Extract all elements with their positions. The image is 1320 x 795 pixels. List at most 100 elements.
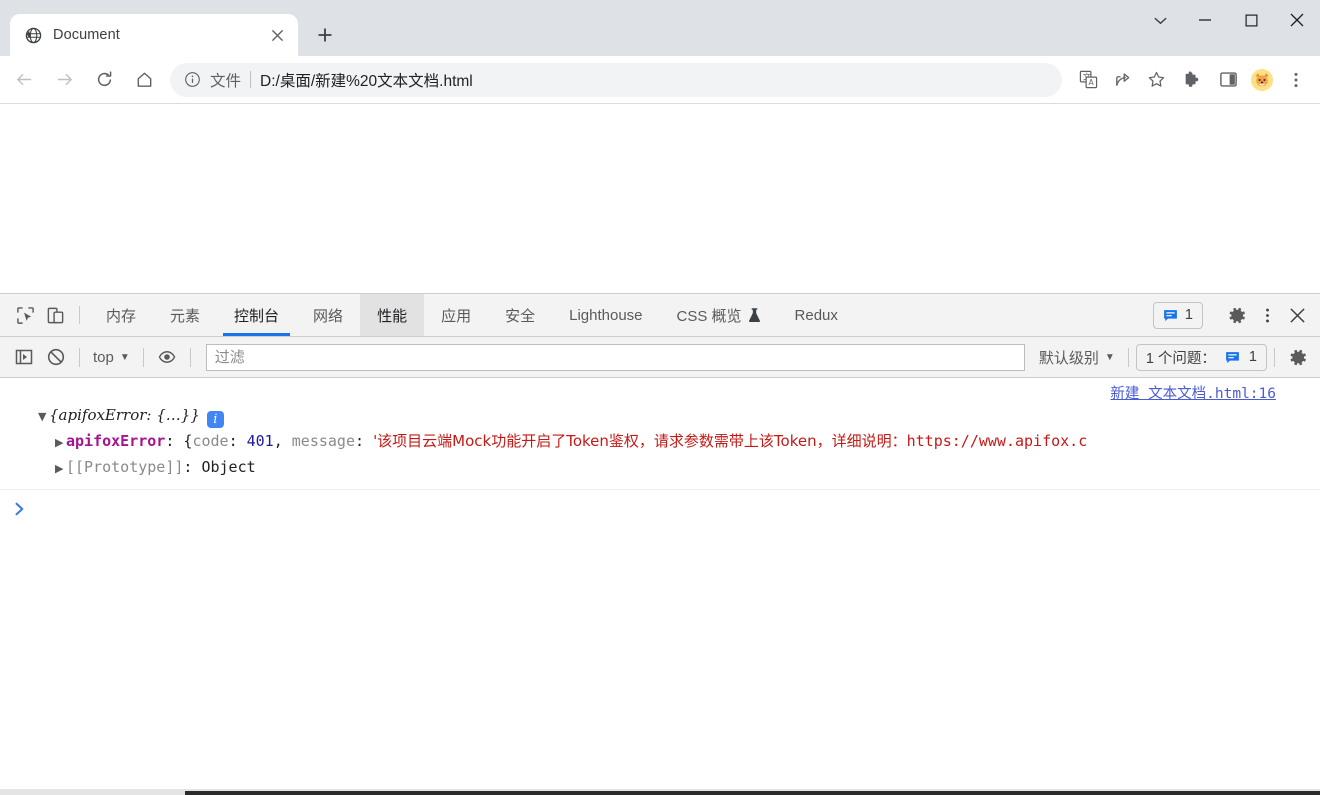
tab-network[interactable]: 网络 xyxy=(296,294,360,336)
tab-application[interactable]: 应用 xyxy=(424,294,488,336)
star-icon[interactable] xyxy=(1140,64,1172,96)
devtools-tabs: 内存 元素 控制台 网络 性能 应用 安全 Lighthouse CSS 概览 … xyxy=(89,294,1153,336)
info-circle-icon[interactable] xyxy=(182,70,202,90)
message-count: 1 xyxy=(1184,307,1193,323)
issues-count: 1 xyxy=(1248,349,1257,365)
title-bar: Document xyxy=(0,0,1320,56)
browser-window: Document 文件 D:/桌面/新建%20文本文档.html A 内存 元素… xyxy=(0,0,1320,795)
message-count-badge[interactable]: 1 xyxy=(1152,301,1203,329)
source-location-link[interactable]: 新建 文本文档.html:16 xyxy=(1110,382,1276,403)
log-level-label: 默认级别 xyxy=(1038,349,1099,367)
issues-label: 1 个问题： xyxy=(1145,350,1216,367)
issues-summary-button[interactable]: 1 个问题： 1 xyxy=(1135,343,1267,371)
minimize-button[interactable] xyxy=(1182,0,1228,40)
clear-console-icon[interactable] xyxy=(40,341,72,373)
tab-performance[interactable]: 性能 xyxy=(360,294,425,336)
console-filter-input[interactable] xyxy=(214,348,1016,366)
gear-icon[interactable] xyxy=(1222,306,1252,325)
globe-icon xyxy=(24,26,42,44)
omnibox-scheme-label: 文件 xyxy=(210,72,242,90)
console-output[interactable]: 新建 文本文档.html:16 ▼ {apifoxError: {…}} i ▶ ap… xyxy=(0,378,1320,789)
device-toolbar-icon[interactable] xyxy=(40,294,70,336)
expand-triangle-closed-icon[interactable]: ▶ xyxy=(55,430,66,455)
live-expression-eye-icon[interactable] xyxy=(151,341,183,373)
tab-strip: Document xyxy=(0,0,1138,56)
tab-label: 安全 xyxy=(505,307,536,325)
chevron-down-icon: ▼ xyxy=(119,351,130,363)
devtools-tab-bar: 内存 元素 控制台 网络 性能 应用 安全 Lighthouse CSS 概览 … xyxy=(0,294,1320,337)
tab-css-overview[interactable]: CSS 概览 xyxy=(660,294,778,336)
extensions-puzzle-icon[interactable] xyxy=(1174,64,1210,96)
reload-button[interactable] xyxy=(84,60,124,100)
console-filter-field[interactable] xyxy=(205,343,1025,371)
chevron-down-icon: ▼ xyxy=(1104,351,1115,363)
home-button[interactable] xyxy=(124,60,164,100)
address-bar[interactable]: 文件 D:/桌面/新建%20文本文档.html xyxy=(170,62,1062,97)
tab-lighthouse[interactable]: Lighthouse xyxy=(552,294,659,336)
expand-triangle-closed-icon[interactable]: ▶ xyxy=(55,456,66,481)
log-level-dropdown[interactable]: 默认级别 ▼ xyxy=(1033,344,1121,371)
execution-context-dropdown[interactable]: top ▼ xyxy=(87,344,136,371)
tab-label: Lighthouse xyxy=(569,306,643,324)
translate-icon[interactable]: 文 A xyxy=(1072,64,1104,96)
info-badge-icon[interactable]: i xyxy=(206,411,224,428)
tab-elements[interactable]: 元素 xyxy=(153,294,217,336)
console-toolbar-divider-3 xyxy=(189,347,191,367)
devtools-panel: 内存 元素 控制台 网络 性能 应用 安全 Lighthouse CSS 概览 … xyxy=(0,293,1320,789)
tab-search-button[interactable] xyxy=(1138,0,1182,40)
prompt-caret-icon xyxy=(14,502,27,516)
console-message-row[interactable]: 新建 文本文档.html:16 ▼ {apifoxError: {…}} i ▶ ap… xyxy=(0,378,1320,490)
tab-label: 内存 xyxy=(106,307,137,325)
omnibox-url-text: D:/桌面/新建%20文本文档.html xyxy=(260,72,473,90)
nested-colon: : xyxy=(228,432,247,450)
tab-memory[interactable]: 内存 xyxy=(89,294,153,336)
expand-triangle-open-icon[interactable]: ▼ xyxy=(38,404,49,429)
close-devtools-icon[interactable] xyxy=(1282,307,1312,324)
back-button[interactable] xyxy=(4,60,44,100)
browser-tab-document[interactable]: Document xyxy=(10,14,298,56)
share-icon[interactable] xyxy=(1106,64,1138,96)
object-property-row[interactable]: ▶ apifoxError: {code: 401, message: '该项目云… xyxy=(38,429,1320,455)
console-toolbar-divider xyxy=(79,347,80,367)
message-icon xyxy=(1225,350,1240,365)
close-window-button[interactable] xyxy=(1274,0,1320,40)
error-message-url: https://www.apifox.c xyxy=(906,432,1088,450)
taskbar-edge xyxy=(185,791,1320,795)
close-icon[interactable] xyxy=(266,24,288,46)
gear-icon[interactable] xyxy=(1282,341,1314,373)
maximize-button[interactable] xyxy=(1228,0,1274,40)
tab-title: Document xyxy=(53,27,120,43)
nested-colon-2: : xyxy=(355,432,374,450)
tab-security[interactable]: 安全 xyxy=(488,294,552,336)
error-message-string: '该项目云端Mock功能开启了Token鉴权，请求参数需带上该Token， xyxy=(373,432,832,450)
omnibox-separator xyxy=(250,71,252,88)
tab-label: 性能 xyxy=(377,307,408,325)
console-toolbar: top ▼ 默认级别 ▼ 1 个问题： xyxy=(0,337,1320,378)
tab-redux[interactable]: Redux xyxy=(778,294,855,336)
console-toolbar-divider-5 xyxy=(1274,347,1275,367)
property-open-brace: : { xyxy=(165,432,193,450)
console-toolbar-divider-2 xyxy=(142,347,144,367)
chrome-menu-icon[interactable] xyxy=(1280,64,1312,96)
profile-avatar[interactable] xyxy=(1246,64,1278,96)
window-bottom-strip xyxy=(0,789,1320,795)
kebab-menu-icon[interactable] xyxy=(1252,307,1282,324)
property-key: apifoxError xyxy=(66,432,166,450)
nested-comma: , xyxy=(273,432,292,450)
side-panel-icon[interactable] xyxy=(1212,64,1244,96)
tab-console[interactable]: 控制台 xyxy=(217,294,296,336)
forward-button[interactable] xyxy=(44,60,84,100)
devtools-tabbar-actions: 1 xyxy=(1152,294,1320,336)
new-tab-button[interactable] xyxy=(308,18,342,52)
tab-label: 元素 xyxy=(170,307,201,325)
console-prompt[interactable] xyxy=(0,490,1320,520)
console-toolbar-divider-4 xyxy=(1127,347,1129,367)
inspect-element-icon[interactable] xyxy=(10,294,40,336)
nested-key-message: message xyxy=(291,432,355,450)
prototype-colon: : xyxy=(183,458,202,476)
prototype-value: Object xyxy=(201,458,256,476)
tab-label: CSS 概览 xyxy=(676,307,742,325)
console-sidebar-icon[interactable] xyxy=(8,341,40,373)
object-preview-row[interactable]: ▼ {apifoxError: {…}} i xyxy=(38,403,1320,429)
prototype-row[interactable]: ▶ [[Prototype]]: Object xyxy=(38,455,1320,481)
